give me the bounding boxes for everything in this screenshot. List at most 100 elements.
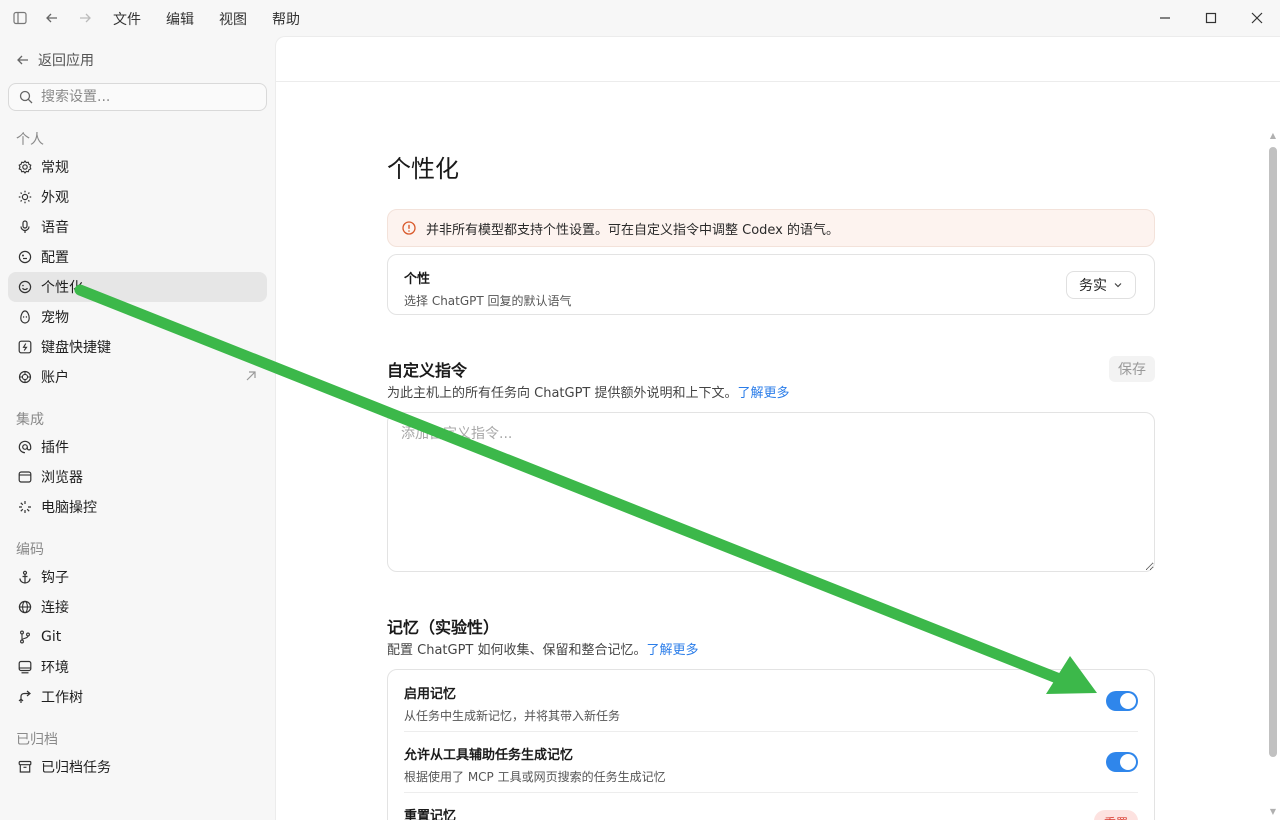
- smiley-icon: [17, 280, 32, 295]
- section-label-personal: 个人: [16, 132, 44, 148]
- menu-view[interactable]: 视图: [219, 9, 247, 29]
- sidebar-item-label: 浏览器: [41, 470, 83, 486]
- memory-learn-more-link[interactable]: 了解更多: [647, 643, 699, 658]
- sidebar-item-archived-tasks[interactable]: 已归档任务: [8, 752, 267, 782]
- keyboard-icon: [17, 340, 32, 355]
- sidebar-item-label: 常规: [41, 160, 69, 176]
- memory-row-enable: 启用记忆 从任务中生成新记忆，并将其带入新任务: [404, 683, 1138, 724]
- openai-icon: [17, 370, 32, 385]
- personality-card: 个性 选择 ChatGPT 回复的默认语气 务实: [387, 254, 1155, 315]
- save-button[interactable]: 保存: [1109, 356, 1155, 382]
- sidebar-item-label: 配置: [41, 250, 69, 266]
- anchor-icon: [17, 570, 32, 585]
- menu-edit[interactable]: 编辑: [166, 9, 194, 29]
- custom-instructions-desc-text: 为此主机上的所有任务向 ChatGPT 提供额外说明和上下文。: [387, 386, 738, 401]
- sun-icon: [17, 190, 32, 205]
- settings-search[interactable]: [8, 83, 267, 111]
- sidebar-item-voice[interactable]: 语音: [8, 212, 267, 242]
- memory-row-reset: 重置记忆: [404, 805, 1138, 820]
- memory-row-subtitle: 根据使用了 MCP 工具或网页搜索的任务生成记忆: [404, 770, 666, 784]
- memory-desc-text: 配置 ChatGPT 如何收集、保留和整合记忆。: [387, 643, 647, 658]
- sidebar-item-label: 个性化: [41, 280, 83, 296]
- sidebar-item-plugins[interactable]: 插件: [8, 432, 267, 462]
- maximize-icon[interactable]: [1188, 0, 1234, 36]
- memory-card: 启用记忆 从任务中生成新记忆，并将其带入新任务 允许从工具辅助任务生成记忆 根据…: [387, 669, 1155, 820]
- sidebar-item-pets[interactable]: 宠物: [8, 302, 267, 332]
- sidebar-item-computer-control[interactable]: 电脑操控: [8, 492, 267, 522]
- menu-file[interactable]: 文件: [113, 9, 141, 29]
- custom-instructions-desc: 为此主机上的所有任务向 ChatGPT 提供额外说明和上下文。了解更多: [387, 382, 790, 401]
- search-icon: [19, 90, 33, 104]
- back-to-app-link[interactable]: 返回应用: [16, 50, 94, 70]
- sidebar-item-environment[interactable]: 环境: [8, 652, 267, 682]
- sidebar-item-label: 外观: [41, 190, 69, 206]
- sidebar-item-label: 键盘快捷键: [41, 340, 111, 356]
- enable-memory-toggle[interactable]: [1106, 691, 1138, 711]
- sidebar-item-label: 插件: [41, 440, 69, 456]
- sidebar-toggle-icon[interactable]: [11, 9, 29, 27]
- minimize-icon[interactable]: [1142, 0, 1188, 36]
- sidebar-item-appearance[interactable]: 外观: [8, 182, 267, 212]
- sidebar-item-label: 宠物: [41, 310, 69, 326]
- egg-icon: [17, 310, 32, 325]
- section-label-integrations: 集成: [16, 412, 44, 428]
- row-divider: [404, 792, 1138, 793]
- gear-icon: [17, 160, 32, 175]
- scrollbar[interactable]: ▲ ▼: [1266, 132, 1280, 820]
- sidebar-item-label: 连接: [41, 600, 69, 616]
- custom-instructions-textarea[interactable]: [387, 412, 1155, 572]
- header-divider: [276, 81, 1280, 82]
- sidebar-item-config[interactable]: 配置: [8, 242, 267, 272]
- chevron-down-icon: [1114, 283, 1122, 288]
- section-label-archived: 已归档: [16, 732, 58, 748]
- alert-text: 并非所有模型都支持个性设置。可在自定义指令中调整 Codex 的语气。: [426, 222, 840, 238]
- personality-select[interactable]: 务实: [1066, 271, 1136, 299]
- toggle-knob: [1120, 693, 1136, 709]
- memory-row-subtitle: 从任务中生成新记忆，并将其带入新任务: [404, 709, 621, 723]
- scrollbar-thumb[interactable]: [1269, 147, 1277, 757]
- forward-arrow-icon[interactable]: [76, 9, 94, 27]
- sidebar-item-worktree[interactable]: 工作树: [8, 682, 267, 712]
- sidebar-item-keyboard-shortcuts[interactable]: 键盘快捷键: [8, 332, 267, 362]
- browser-icon: [17, 470, 32, 485]
- custom-instructions-title: 自定义指令: [387, 361, 468, 380]
- custom-instructions-learn-more-link[interactable]: 了解更多: [738, 386, 790, 401]
- reset-memory-button[interactable]: 重置: [1094, 810, 1138, 820]
- menu-help[interactable]: 帮助: [272, 9, 300, 29]
- sidebar: 返回应用 个人 常规 外观 语音 配置 个性化 宠物 键盘快捷键 账户 集成: [0, 36, 275, 820]
- back-arrow-icon[interactable]: [43, 9, 61, 27]
- personality-warning-banner: 并非所有模型都支持个性设置。可在自定义指令中调整 Codex 的语气。: [387, 209, 1155, 247]
- personality-title: 个性: [404, 272, 431, 287]
- sidebar-item-label: 语音: [41, 220, 69, 236]
- sidebar-item-account[interactable]: 账户: [8, 362, 267, 392]
- title-bar: 文件 编辑 视图 帮助: [0, 0, 1280, 36]
- archive-icon: [17, 760, 32, 775]
- row-divider: [404, 731, 1138, 732]
- worktree-icon: [17, 690, 32, 705]
- close-icon[interactable]: [1234, 0, 1280, 36]
- sidebar-item-label: 钩子: [41, 570, 69, 586]
- memory-title: 记忆（实验性）: [387, 618, 500, 637]
- memory-row-tool-tasks: 允许从工具辅助任务生成记忆 根据使用了 MCP 工具或网页搜索的任务生成记忆: [404, 744, 1138, 785]
- sidebar-item-personalization[interactable]: 个性化: [8, 272, 267, 302]
- sidebar-item-label: 账户: [41, 370, 69, 386]
- scroll-up-icon[interactable]: ▲: [1269, 132, 1277, 140]
- sidebar-item-hooks[interactable]: 钩子: [8, 562, 267, 592]
- sidebar-item-label: Git: [41, 629, 62, 645]
- section-label-coding: 编码: [16, 542, 44, 558]
- sidebar-item-general[interactable]: 常规: [8, 152, 267, 182]
- personality-subtitle: 选择 ChatGPT 回复的默认语气: [404, 294, 572, 308]
- memory-row-title: 重置记忆: [404, 809, 457, 820]
- tool-memory-toggle[interactable]: [1106, 752, 1138, 772]
- sliders-icon: [17, 250, 32, 265]
- sidebar-item-browser[interactable]: 浏览器: [8, 462, 267, 492]
- back-label: 返回应用: [38, 53, 94, 69]
- sidebar-item-label: 环境: [41, 660, 69, 676]
- sparkle-icon: [17, 500, 32, 515]
- scroll-down-icon[interactable]: ▼: [1269, 808, 1277, 816]
- git-branch-icon: [17, 630, 32, 645]
- sidebar-item-connections[interactable]: 连接: [8, 592, 267, 622]
- toggle-knob: [1120, 754, 1136, 770]
- search-input[interactable]: [41, 89, 241, 105]
- sidebar-item-git[interactable]: Git: [8, 622, 267, 652]
